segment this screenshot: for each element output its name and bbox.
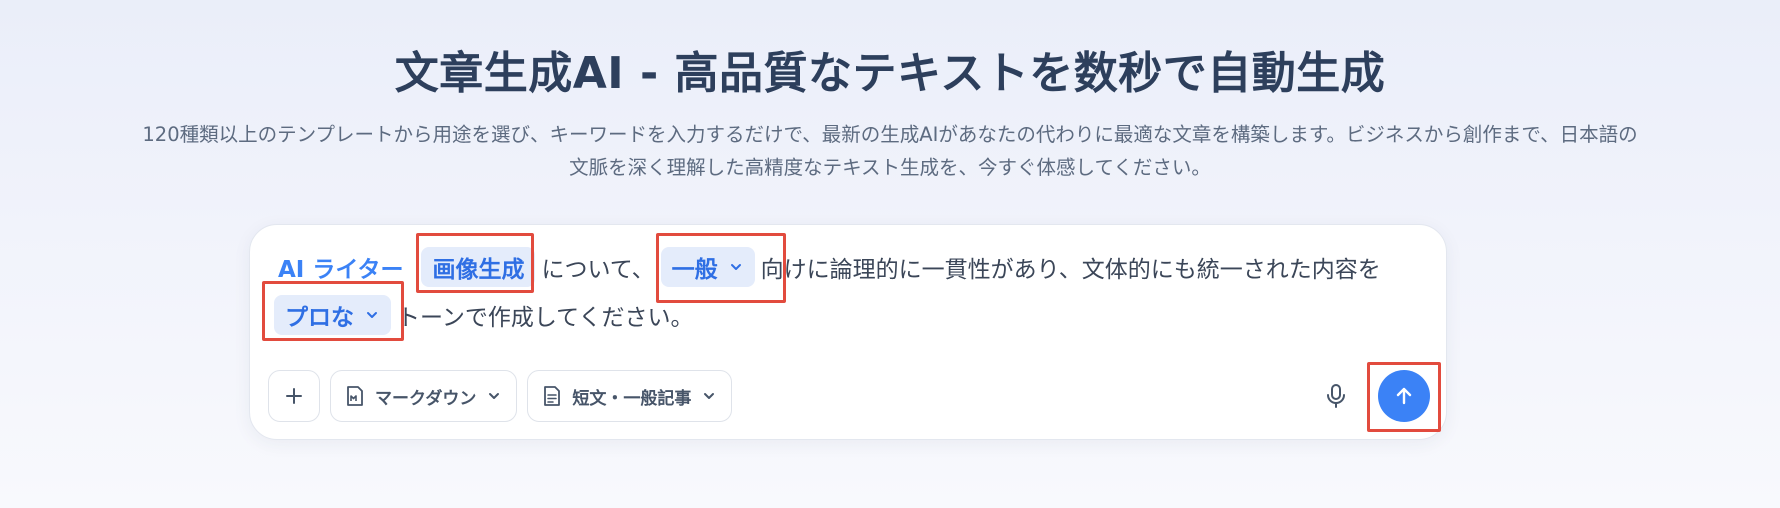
topic-chip-label: 画像生成 xyxy=(432,257,525,283)
subtitle-line-2: 文脈を深く理解した高精度なテキスト生成を、今すぐ体感してください。 xyxy=(569,156,1211,179)
length-dropdown[interactable]: 短文・一般記事 xyxy=(527,370,733,422)
markdown-icon xyxy=(347,386,363,406)
subtitle-line-1: 120種類以上のテンプレートから用途を選び、キーワードを入力するだけで、最新の生… xyxy=(142,123,1638,146)
prompt-line-1: AI ライター 画像生成 について、 一般 向けに論理的に一貫性があり、文体的に… xyxy=(278,245,1381,289)
page-subtitle: 120種類以上のテンプレートから用途を選び、キーワードを入力するだけで、最新の生… xyxy=(40,118,1740,184)
prompt-text-3: トーンで作成してください。 xyxy=(397,305,694,331)
document-icon xyxy=(544,386,561,406)
arrow-up-icon xyxy=(1396,387,1412,405)
plus-icon xyxy=(286,388,302,404)
page-title: 文章生成AI - 高品質なテキストを数秒で自動生成 xyxy=(394,48,1386,99)
brand-label: AI ライター xyxy=(278,257,404,283)
length-dropdown-label: 短文・一般記事 xyxy=(572,388,692,408)
tone-dropdown-label: プロな xyxy=(285,305,354,331)
microphone-button[interactable] xyxy=(1320,380,1352,412)
chevron-down-icon xyxy=(730,264,741,270)
audience-dropdown-label: 一般 xyxy=(671,257,718,283)
topic-chip[interactable]: 画像生成 xyxy=(421,247,536,287)
audience-dropdown[interactable]: 一般 xyxy=(660,247,755,287)
prompt-line-2: プロな トーンで作成してください。 xyxy=(268,293,693,337)
composer-toolbar: マークダウン 短文・一般記事 xyxy=(268,370,733,422)
prompt-text-1: について、 xyxy=(541,257,655,283)
prompt-text-2: 向けに論理的に一貫性があり、文体的にも統一された内容を xyxy=(760,257,1381,283)
format-dropdown-label: マークダウン xyxy=(375,388,477,408)
chevron-down-icon xyxy=(704,393,715,399)
add-button[interactable] xyxy=(268,370,320,422)
chevron-down-icon xyxy=(367,312,377,318)
prompt-composer: AI ライター 画像生成 について、 一般 向けに論理的に一貫性があり、文体的に… xyxy=(249,224,1447,440)
send-button[interactable] xyxy=(1378,370,1430,422)
tone-dropdown[interactable]: プロな xyxy=(274,295,391,335)
chevron-down-icon xyxy=(489,393,500,399)
format-dropdown[interactable]: マークダウン xyxy=(330,370,518,422)
microphone-icon xyxy=(1327,384,1345,408)
